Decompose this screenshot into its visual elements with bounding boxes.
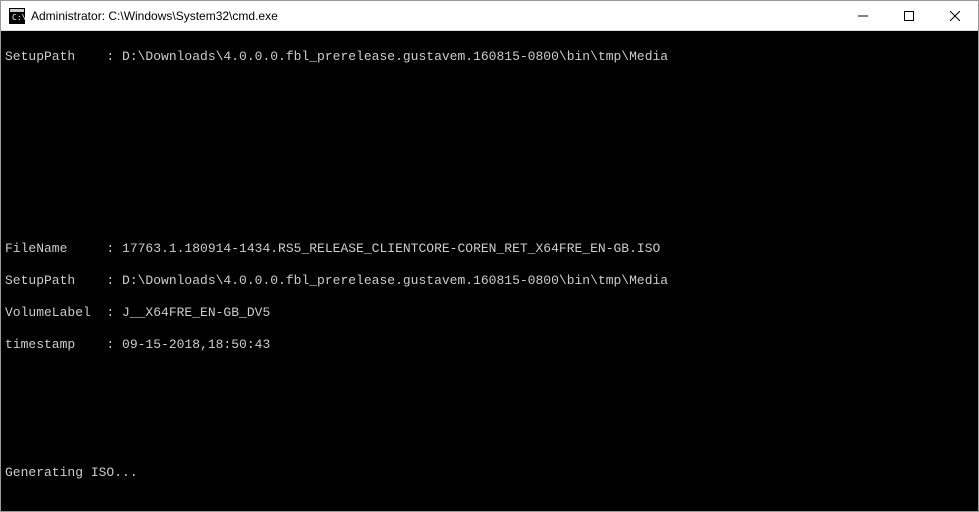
output-line: [5, 177, 974, 193]
output-line: [5, 209, 974, 225]
output-line: [5, 145, 974, 161]
output-line: FileName : 17763.1.180914-1434.RS5_RELEA…: [5, 241, 974, 257]
cmd-icon: C:\: [9, 8, 25, 24]
svg-text:C:\: C:\: [12, 13, 25, 22]
output-line: [5, 81, 974, 97]
window-title: Administrator: C:\Windows\System32\cmd.e…: [31, 9, 840, 23]
terminal-output[interactable]: SetupPath : D:\Downloads\4.0.0.0.fbl_pre…: [1, 31, 978, 511]
output-line: [5, 369, 974, 385]
output-line: [5, 113, 974, 129]
output-line: SetupPath : D:\Downloads\4.0.0.0.fbl_pre…: [5, 273, 974, 289]
output-line: [5, 433, 974, 449]
output-line: SetupPath : D:\Downloads\4.0.0.0.fbl_pre…: [5, 49, 974, 65]
close-button[interactable]: [932, 1, 978, 30]
output-line: [5, 401, 974, 417]
cmd-window: C:\ Administrator: C:\Windows\System32\c…: [0, 0, 979, 512]
output-line: VolumeLabel : J__X64FRE_EN-GB_DV5: [5, 305, 974, 321]
window-controls: [840, 1, 978, 30]
titlebar[interactable]: C:\ Administrator: C:\Windows\System32\c…: [1, 1, 978, 31]
output-line: timestamp : 09-15-2018,18:50:43: [5, 337, 974, 353]
minimize-button[interactable]: [840, 1, 886, 30]
maximize-button[interactable]: [886, 1, 932, 30]
output-line: [5, 497, 974, 511]
output-line: Generating ISO...: [5, 465, 974, 481]
